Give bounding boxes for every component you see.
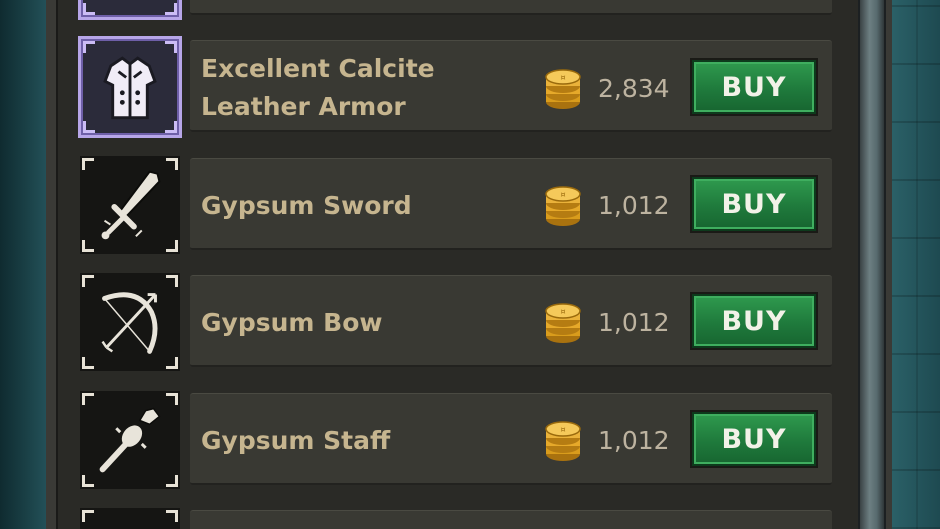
- item-icon-frame: [78, 0, 182, 20]
- item-price: 2,834: [598, 74, 670, 103]
- left-background: [0, 0, 48, 529]
- buy-button[interactable]: BUY: [692, 60, 816, 114]
- item-name: Gypsum Bow: [201, 308, 383, 337]
- gold-coin-stack-icon: ¤: [545, 421, 581, 461]
- item-icon-frame: [78, 506, 182, 529]
- item-icon-frame[interactable]: [78, 271, 182, 373]
- svg-text:¤: ¤: [560, 425, 565, 434]
- item-price: 1,012: [598, 426, 670, 455]
- right-background: [890, 0, 940, 529]
- scrollbar[interactable]: [858, 0, 886, 529]
- svg-text:¤: ¤: [560, 190, 565, 199]
- item-name: Excellent Calcite Leather Armor: [201, 54, 435, 121]
- bow-icon: [101, 292, 158, 354]
- sword-icon: [101, 170, 161, 240]
- item-icon-frame[interactable]: [78, 389, 182, 491]
- gold-coin-stack-icon: ¤: [545, 69, 581, 109]
- item-price: 1,012: [598, 191, 670, 220]
- buy-button[interactable]: BUY: [692, 294, 816, 348]
- buy-button[interactable]: BUY: [692, 177, 816, 231]
- item-price: 1,012: [598, 308, 670, 337]
- gold-coin-stack-icon: ¤: [545, 303, 581, 343]
- item-icon-frame[interactable]: [78, 36, 182, 138]
- svg-text:¤: ¤: [560, 73, 565, 82]
- item-icon-frame[interactable]: [78, 154, 182, 256]
- leather-armor-icon: [103, 56, 157, 120]
- item-bar: [190, 510, 832, 529]
- item-name: Gypsum Staff: [201, 426, 391, 455]
- svg-text:¤: ¤: [560, 307, 565, 316]
- staff-icon: [99, 407, 161, 473]
- gold-coin-stack-icon: ¤: [545, 186, 581, 226]
- item-bar: [190, 0, 832, 15]
- item-name: Gypsum Sword: [201, 191, 412, 220]
- buy-button[interactable]: BUY: [692, 412, 816, 466]
